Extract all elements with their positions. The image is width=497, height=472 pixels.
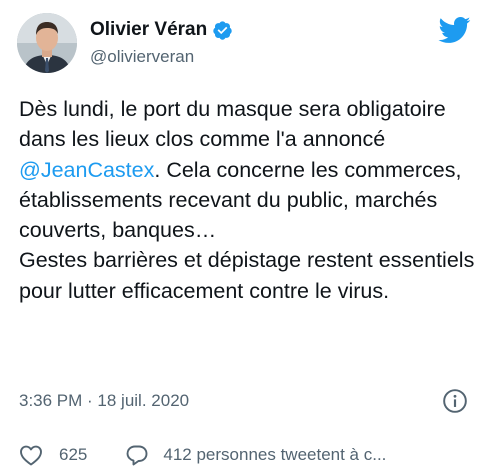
heart-icon[interactable]: [19, 444, 43, 466]
profile-photo: [17, 13, 77, 73]
tweet-timestamp[interactable]: 3:36 PM · 18 juil. 2020: [19, 391, 189, 411]
mention-link[interactable]: @JeanCastex: [19, 158, 154, 182]
avatar[interactable]: [17, 13, 77, 73]
tweet-card: Olivier Véran @olivierveran Dès lundi, l…: [0, 0, 497, 472]
info-icon[interactable]: [442, 388, 468, 414]
tweet-text-part-1: Dès lundi, le port du masque sera obliga…: [19, 97, 446, 152]
tweet-text: Dès lundi, le port du masque sera obliga…: [19, 94, 489, 306]
author-handle[interactable]: @olivierveran: [90, 47, 194, 67]
action-bar: 625 412 personnes tweetent à c...: [19, 440, 386, 470]
display-name-text: Olivier Véran: [90, 19, 208, 40]
like-action[interactable]: 625: [19, 444, 87, 466]
conversation-action[interactable]: 412 personnes tweetent à c...: [125, 444, 386, 466]
like-count: 625: [59, 445, 88, 464]
twitter-bird-icon[interactable]: [437, 16, 471, 44]
conversation-text: 412 personnes tweetent à c...: [163, 445, 387, 464]
display-name[interactable]: Olivier Véran: [90, 19, 233, 41]
speech-bubble-icon[interactable]: [125, 444, 149, 466]
verified-badge-icon: [213, 20, 232, 40]
